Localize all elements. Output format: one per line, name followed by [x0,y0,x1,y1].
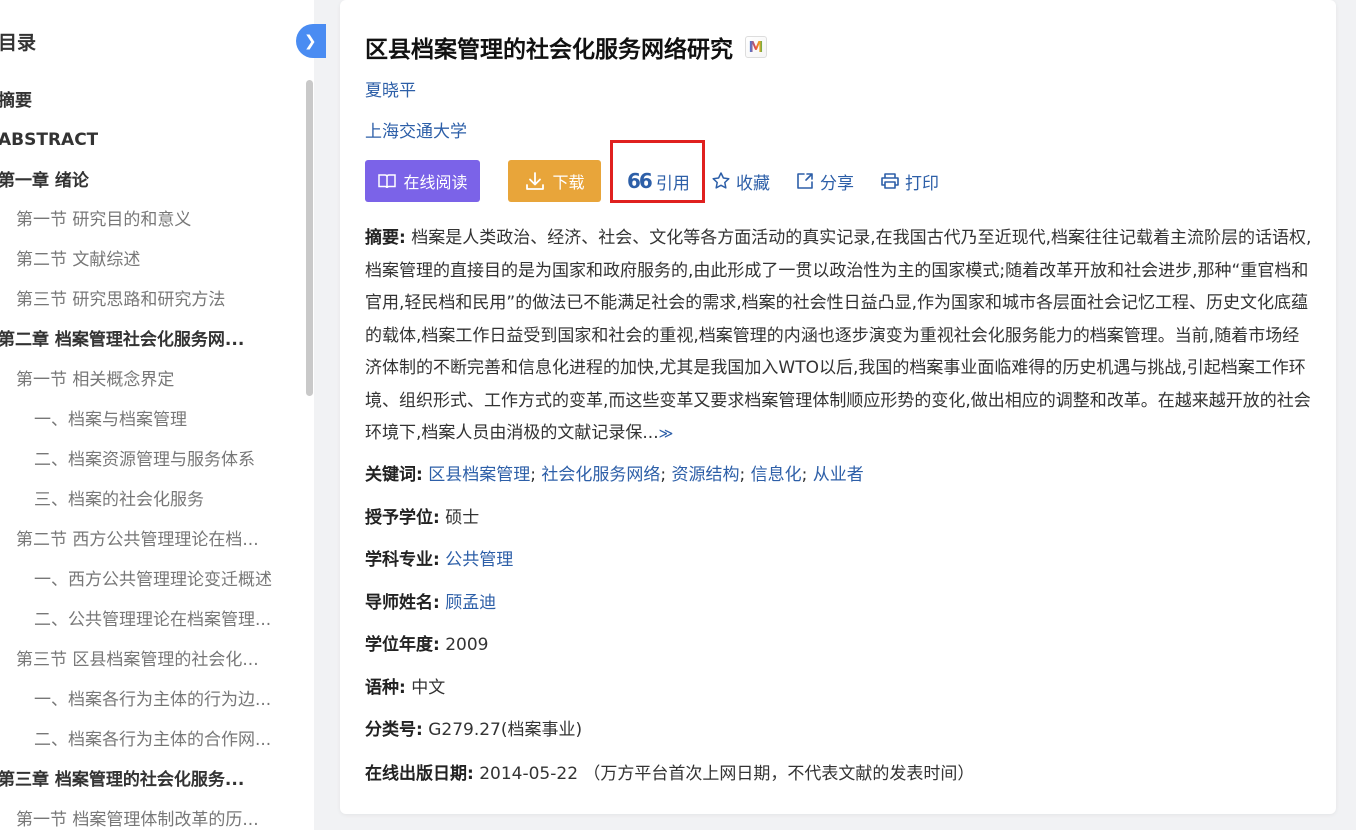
paper-detail-card: 区县档案管理的社会化服务网络研究 M 夏晓平 上海交通大学 在线阅读 下载 66… [340,0,1336,814]
classification-value: G279.27(档案事业) [428,720,583,740]
year-label: 学位年度: [365,635,440,655]
toc-item[interactable]: 一、档案各行为主体的行为边... [34,688,271,712]
favorite-label: 收藏 [736,173,770,194]
advisor-link[interactable]: 顾孟迪 [445,593,496,613]
share-icon [797,173,813,189]
year-value: 2009 [445,635,489,655]
year-row: 学位年度: 2009 [365,630,488,655]
language-row: 语种: 中文 [365,673,445,698]
toc-collapse-button[interactable]: ❯ [296,24,326,58]
read-online-button[interactable]: 在线阅读 [365,160,480,202]
toc-item[interactable]: 第二节 西方公共管理理论在档... [16,528,259,552]
toc-item[interactable]: 第三节 区县档案管理的社会化... [16,648,259,672]
cite-label: 引用 [655,173,690,194]
abstract: 摘要: 档案是人类政治、经济、社会、文化等各方面活动的真实记录,在我国古代乃至近… [365,222,1315,451]
toc-title: 目录 [0,32,37,54]
paper-title: 区县档案管理的社会化服务网络研究 [365,37,733,63]
download-button[interactable]: 下载 [508,160,601,202]
toc-item[interactable]: 第一节 档案管理体制改革的历... [16,808,259,830]
language-label: 语种: [365,678,406,698]
institution-link[interactable]: 上海交通大学 [365,117,467,142]
pubdate-note: （万方平台首次上网日期，不代表文献的发表时间） [583,764,975,784]
share-button[interactable]: 分享 [795,160,854,202]
quote-icon: 66 [627,169,653,193]
keyword-link[interactable]: 信息化 [751,465,802,485]
toc-item[interactable]: 二、档案资源管理与服务体系 [34,448,255,472]
pubdate-value: 2014-05-22 [479,764,579,784]
toc-item[interactable]: 摘要 [0,89,32,113]
toc-sidebar: 目录 ❯ 摘要 ABSTRACT 第一章 绪论 第一节 研究目的和意义 第二节 … [0,0,326,830]
cite-button[interactable]: 66 引用 [627,160,690,202]
download-icon [526,172,545,190]
author-link[interactable]: 夏晓平 [365,76,416,101]
keyword-link[interactable]: 从业者 [813,465,864,485]
share-label: 分享 [820,173,854,194]
pubdate-label: 在线出版日期: [365,764,474,784]
major-link[interactable]: 公共管理 [445,550,513,570]
read-online-label: 在线阅读 [403,173,468,192]
toc-item[interactable]: 第一节 研究目的和意义 [16,208,191,232]
keywords-label: 关键词: [365,465,423,485]
expand-chevron-icon[interactable]: ≫ [659,426,674,442]
keyword-link[interactable]: 区县档案管理 [428,465,530,485]
language-value: 中文 [411,678,446,698]
toc-item[interactable]: 二、公共管理理论在档案管理... [34,608,271,632]
chevron-right-icon: ❯ [304,32,317,50]
toc-item[interactable]: 一、档案与档案管理 [34,408,187,432]
keyword-link[interactable]: 社会化服务网络 [541,465,660,485]
keyword-link[interactable]: 资源结构 [672,465,740,485]
toc-item[interactable]: 第二节 文献综述 [16,248,140,272]
toc-item[interactable]: 二、档案各行为主体的合作网... [34,728,271,752]
classification-row: 分类号: G279.27(档案事业) [365,715,582,740]
print-button[interactable]: 打印 [880,160,939,202]
abstract-text: 档案是人类政治、经济、社会、文化等各方面活动的真实记录,在我国古代乃至近现代,档… [365,228,1312,443]
degree-label: 授予学位: [365,508,440,528]
major-row: 学科专业: 公共管理 [365,545,513,570]
print-label: 打印 [905,173,939,194]
toc-item[interactable]: 第二章 档案管理社会化服务网... [0,328,244,352]
toc-scrollbar[interactable] [306,80,313,396]
keywords-row: 关键词: 区县档案管理; 社会化服务网络; 资源结构; 信息化; 从业者 [365,465,864,485]
advisor-label: 导师姓名: [365,593,440,613]
action-bar: 在线阅读 下载 66 引用 收藏 分享 打印 [365,140,965,203]
book-icon [378,174,397,189]
m-badge-icon: M [745,36,767,58]
toc-item[interactable]: 第三章 档案管理的社会化服务... [0,768,244,792]
toc-item[interactable]: ABSTRACT [0,128,98,152]
title-row: 区县档案管理的社会化服务网络研究 M [365,30,767,64]
classification-label: 分类号: [365,720,423,740]
download-label: 下载 [552,173,585,192]
degree-value: 硕士 [445,508,480,528]
toc-item[interactable]: 三、档案的社会化服务 [34,488,204,512]
major-label: 学科专业: [365,550,440,570]
favorite-button[interactable]: 收藏 [711,160,770,202]
toc-item[interactable]: 一、西方公共管理理论变迁概述 [34,568,272,592]
abstract-label: 摘要: [365,228,406,248]
advisor-row: 导师姓名: 顾孟迪 [365,588,496,613]
toc-item[interactable]: 第一章 绪论 [0,169,89,193]
degree-row: 授予学位: 硕士 [365,503,479,528]
toc-item[interactable]: 第三节 研究思路和研究方法 [16,288,225,312]
pubdate-row: 在线出版日期: 2014-05-22 （万方平台首次上网日期，不代表文献的发表时… [365,759,974,784]
toc-item[interactable]: 第一节 相关概念界定 [16,368,174,392]
star-icon [712,172,730,189]
printer-icon [881,173,899,189]
